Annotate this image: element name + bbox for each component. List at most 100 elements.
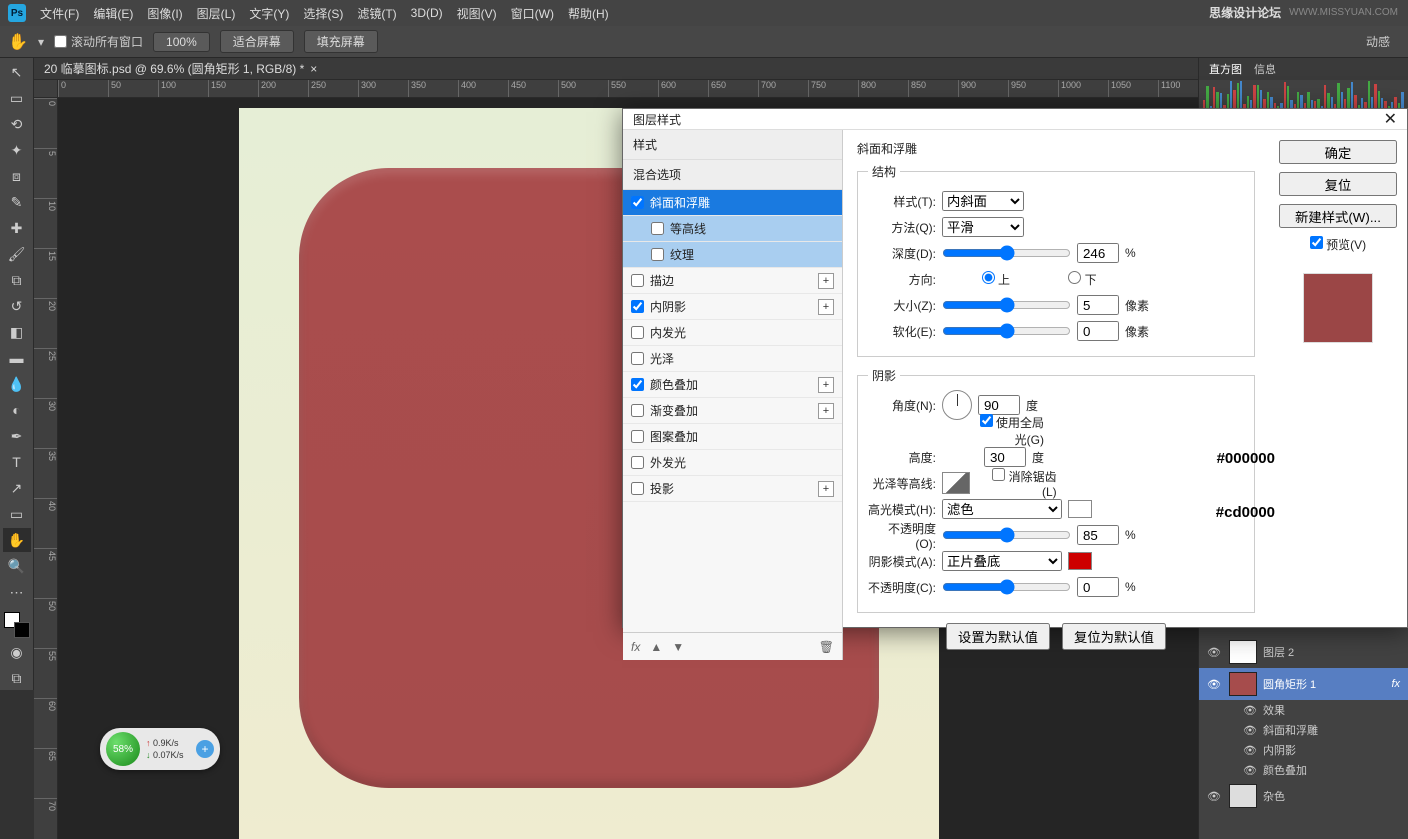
hand-tool[interactable]: ✋ xyxy=(3,528,31,552)
menu-layer[interactable]: 图层(L) xyxy=(197,5,236,22)
menu-edit[interactable]: 编辑(E) xyxy=(93,5,133,22)
style-gradient-overlay[interactable]: 渐变叠加+ xyxy=(623,398,842,424)
effect-color-overlay[interactable]: 👁颜色叠加 xyxy=(1199,760,1408,780)
highlight-opacity-slider[interactable] xyxy=(942,527,1071,543)
zoom-tool[interactable]: 🔍 xyxy=(3,554,31,578)
effect-bevel[interactable]: 👁斜面和浮雕 xyxy=(1199,720,1408,740)
plus-icon[interactable]: + xyxy=(818,377,834,393)
reset-default-button[interactable]: 复位为默认值 xyxy=(1062,623,1166,650)
eraser-tool[interactable]: ◧ xyxy=(3,320,31,344)
ok-button[interactable]: 确定 xyxy=(1279,140,1397,164)
effect-inner-shadow[interactable]: 👁内阴影 xyxy=(1199,740,1408,760)
menu-help[interactable]: 帮助(H) xyxy=(568,5,609,22)
style-outer-glow[interactable]: 外发光 xyxy=(623,450,842,476)
document-tab[interactable]: 20 临摹图标.psd @ 69.6% (圆角矩形 1, RGB/8) * × xyxy=(34,58,1198,80)
eye-icon[interactable]: 👁 xyxy=(1207,678,1223,691)
heal-tool[interactable]: ✚ xyxy=(3,216,31,240)
shadow-mode-select[interactable]: 正片叠底 xyxy=(942,551,1062,571)
shape-tool[interactable]: ▭ xyxy=(3,502,31,526)
layer-row[interactable]: 👁 杂色 xyxy=(1199,780,1408,812)
quickmask-tool[interactable]: ◉ xyxy=(3,640,31,664)
style-inner-glow[interactable]: 内发光 xyxy=(623,320,842,346)
style-stroke[interactable]: 描边+ xyxy=(623,268,842,294)
scroll-all-checkbox[interactable]: 滚动所有窗口 xyxy=(54,33,143,50)
plus-icon[interactable]: + xyxy=(818,403,834,419)
effects-header[interactable]: 👁效果 xyxy=(1199,700,1408,720)
style-bevel[interactable]: 斜面和浮雕 xyxy=(623,190,842,216)
plus-icon[interactable]: + xyxy=(818,481,834,497)
style-satin[interactable]: 光泽 xyxy=(623,346,842,372)
trash-icon[interactable]: 🗑 xyxy=(819,640,834,654)
new-style-button[interactable]: 新建样式(W)... xyxy=(1279,204,1397,228)
layer-row-selected[interactable]: 👁 圆角矩形 1 fx xyxy=(1199,668,1408,700)
eye-icon[interactable]: 👁 xyxy=(1243,744,1257,757)
highlight-opacity-input[interactable] xyxy=(1077,525,1119,545)
make-default-button[interactable]: 设置为默认值 xyxy=(946,623,1050,650)
network-widget[interactable]: 58% ↑ 0.9K/s ↓ 0.07K/s + xyxy=(100,728,220,770)
style-inner-shadow[interactable]: 内阴影+ xyxy=(623,294,842,320)
pen-tool[interactable]: ✒ xyxy=(3,424,31,448)
eyedropper-tool[interactable]: ✎ xyxy=(3,190,31,214)
plus-icon[interactable]: + xyxy=(196,740,214,758)
dir-up-radio[interactable]: 上 xyxy=(942,271,1010,288)
fx-icon[interactable]: fx xyxy=(631,640,640,654)
marquee-tool[interactable]: ▭ xyxy=(3,86,31,110)
style-texture[interactable]: 纹理 xyxy=(623,242,842,268)
depth-slider[interactable] xyxy=(942,245,1071,261)
close-icon[interactable]: ✕ xyxy=(1384,109,1397,129)
up-icon[interactable]: ▲ xyxy=(650,640,662,654)
antialias-checkbox[interactable]: 消除锯齿(L) xyxy=(989,468,1057,499)
contour-picker[interactable] xyxy=(942,472,970,494)
depth-input[interactable] xyxy=(1077,243,1119,263)
menu-3d[interactable]: 3D(D) xyxy=(411,6,443,20)
shadow-opacity-slider[interactable] xyxy=(942,579,1071,595)
fill-screen-button[interactable]: 填充屏幕 xyxy=(304,30,378,53)
shadow-opacity-input[interactable] xyxy=(1077,577,1119,597)
style-color-overlay[interactable]: 颜色叠加+ xyxy=(623,372,842,398)
technique-select[interactable]: 平滑 xyxy=(942,217,1024,237)
menu-filter[interactable]: 滤镜(T) xyxy=(357,5,396,22)
blending-header[interactable]: 混合选项 xyxy=(623,160,842,190)
styles-header[interactable]: 样式 xyxy=(623,130,842,160)
menu-view[interactable]: 视图(V) xyxy=(457,5,497,22)
menu-file[interactable]: 文件(F) xyxy=(40,5,79,22)
more-tool[interactable]: ⋯ xyxy=(3,580,31,604)
move-tool[interactable]: ↖ xyxy=(3,60,31,84)
brush-tool[interactable]: 🖌 xyxy=(3,242,31,266)
size-input[interactable] xyxy=(1077,295,1119,315)
style-contour[interactable]: 等高线 xyxy=(623,216,842,242)
angle-dial[interactable] xyxy=(942,390,972,420)
style-pattern-overlay[interactable]: 图案叠加 xyxy=(623,424,842,450)
fit-screen-button[interactable]: 适合屏幕 xyxy=(220,30,294,53)
tab-info[interactable]: 信息 xyxy=(1254,61,1276,77)
screenmode-tool[interactable]: ⧉ xyxy=(3,666,31,690)
size-slider[interactable] xyxy=(942,297,1071,313)
preview-checkbox[interactable]: 预览(V) xyxy=(1279,236,1397,253)
plus-icon[interactable]: + xyxy=(818,273,834,289)
soften-slider[interactable] xyxy=(942,323,1071,339)
close-tab-icon[interactable]: × xyxy=(310,62,317,76)
eye-icon[interactable]: 👁 xyxy=(1243,764,1257,777)
dodge-tool[interactable]: ◐ xyxy=(3,398,31,422)
wand-tool[interactable]: ✦ xyxy=(3,138,31,162)
style-select[interactable]: 内斜面 xyxy=(942,191,1024,211)
highlight-color-swatch[interactable] xyxy=(1068,500,1092,518)
history-brush-tool[interactable]: ↺ xyxy=(3,294,31,318)
highlight-mode-select[interactable]: 滤色 xyxy=(942,499,1062,519)
angle-input[interactable] xyxy=(978,395,1020,415)
lasso-tool[interactable]: ⟲ xyxy=(3,112,31,136)
reset-button[interactable]: 复位 xyxy=(1279,172,1397,196)
global-light-checkbox[interactable]: 使用全局光(G) xyxy=(976,414,1044,448)
style-drop-shadow[interactable]: 投影+ xyxy=(623,476,842,502)
path-tool[interactable]: ↗ xyxy=(3,476,31,500)
altitude-input[interactable] xyxy=(984,447,1026,467)
plus-icon[interactable]: + xyxy=(818,299,834,315)
menu-type[interactable]: 文字(Y) xyxy=(249,5,289,22)
zoom-field[interactable]: 100% xyxy=(153,32,210,52)
blur-tool[interactable]: 💧 xyxy=(3,372,31,396)
crop-tool[interactable]: ⧈ xyxy=(3,164,31,188)
eye-icon[interactable]: 👁 xyxy=(1243,724,1257,737)
stamp-tool[interactable]: ⧉ xyxy=(3,268,31,292)
gradient-tool[interactable]: ▬ xyxy=(3,346,31,370)
tab-histogram[interactable]: 直方图 xyxy=(1209,61,1242,77)
